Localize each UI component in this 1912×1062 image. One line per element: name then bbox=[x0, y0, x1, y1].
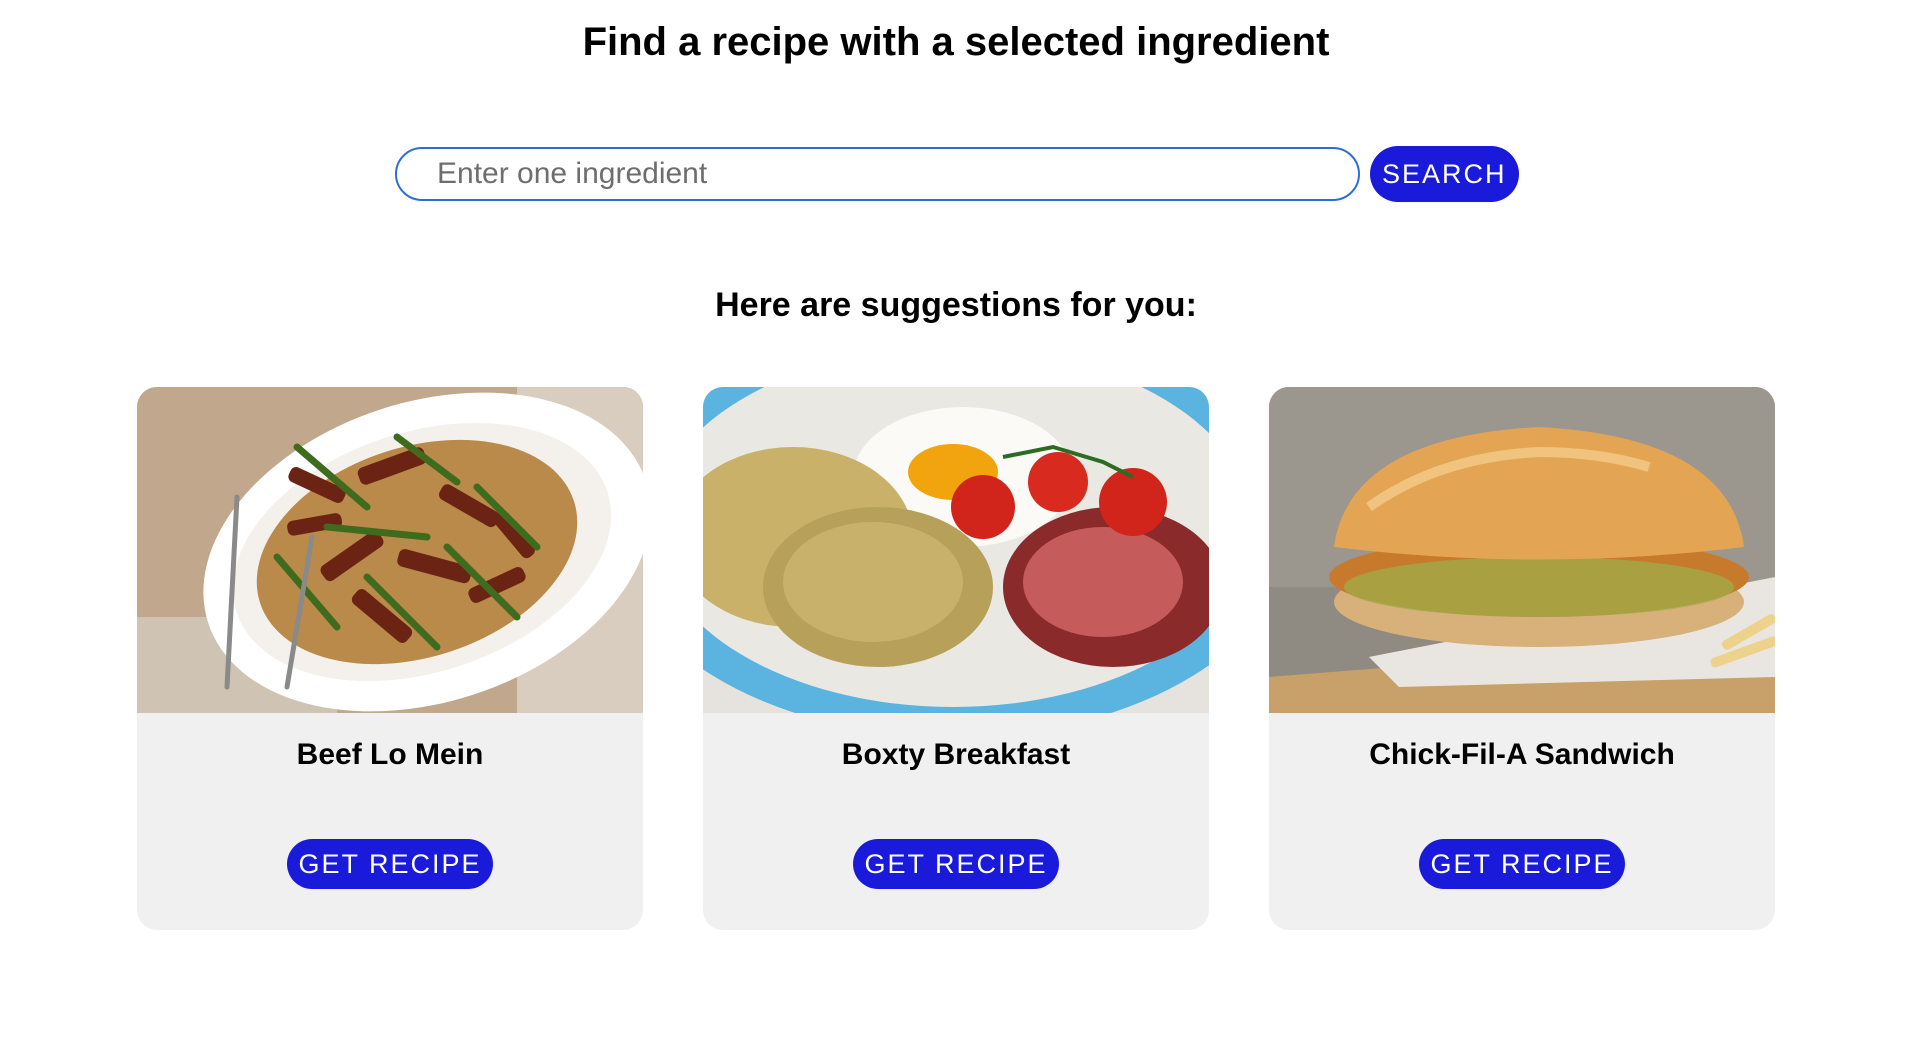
search-button[interactable]: SEARCH bbox=[1370, 146, 1519, 202]
recipe-title: Beef Lo Mein bbox=[296, 738, 484, 771]
get-recipe-button-chick-fil-a-sandwich[interactable]: GET RECIPE bbox=[1419, 839, 1625, 889]
boxty-breakfast-photo bbox=[703, 387, 1209, 713]
chicken-sandwich-photo bbox=[1269, 387, 1775, 713]
recipe-card-chick-fil-a-sandwich: Chick-Fil-A Sandwich GET RECIPE bbox=[1269, 387, 1775, 930]
suggestions-heading: Here are suggestions for you: bbox=[715, 286, 1197, 324]
recipe-card-boxty-breakfast: Boxty Breakfast GET RECIPE bbox=[703, 387, 1209, 930]
page-title: Find a recipe with a selected ingredient bbox=[582, 20, 1330, 64]
page: Find a recipe with a selected ingredient… bbox=[0, 0, 1912, 1062]
get-recipe-button-beef-lo-mein[interactable]: GET RECIPE bbox=[287, 839, 493, 889]
recipe-title: Chick-Fil-A Sandwich bbox=[1369, 738, 1675, 771]
search-bar: SEARCH bbox=[395, 146, 1519, 202]
get-recipe-button-boxty-breakfast[interactable]: GET RECIPE bbox=[853, 839, 1059, 889]
ingredient-search-input[interactable] bbox=[395, 147, 1360, 201]
recipe-title: Boxty Breakfast bbox=[841, 738, 1071, 771]
beef-lo-mein-photo bbox=[137, 387, 643, 713]
recipe-card-beef-lo-mein: Beef Lo Mein GET RECIPE bbox=[137, 387, 643, 930]
suggestion-cards: Beef Lo Mein GET RECIPE Boxty Breakfast … bbox=[137, 387, 1775, 930]
